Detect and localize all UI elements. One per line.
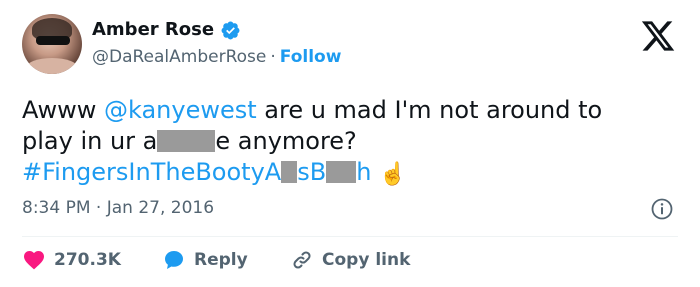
reply-bubble-icon xyxy=(165,251,183,269)
tweet-timestamp[interactable]: 8:34 PM · Jan 27, 2016 xyxy=(22,198,214,218)
x-logo-icon[interactable] xyxy=(638,18,678,54)
redaction-block xyxy=(326,161,357,183)
like-count: 270.3K xyxy=(54,250,121,270)
reply-label: Reply xyxy=(194,250,248,270)
divider xyxy=(22,236,678,237)
redaction-block xyxy=(281,161,298,183)
tweet-text: Awww @kanyewest are u mad I'm not around… xyxy=(22,95,672,190)
heart-icon xyxy=(24,251,44,270)
handle-row: @DaRealAmberRose · Follow xyxy=(92,47,341,67)
handle-separator: · xyxy=(270,47,276,67)
tweet-card: Amber Rose @DaRealAmberRose · Follow Awww … xyxy=(0,0,700,287)
tweet-date: Jan 27, 2016 xyxy=(106,198,215,218)
like-button[interactable]: 270.3K xyxy=(22,248,121,272)
link-icon xyxy=(293,251,311,269)
verified-badge-icon xyxy=(221,21,240,40)
tweet-time: 8:34 PM xyxy=(22,198,91,218)
pointing-up-emoji: ☝️ xyxy=(379,162,407,187)
reply-button[interactable]: Reply xyxy=(162,248,248,272)
tweet-text-part: Awww xyxy=(22,96,104,124)
tweet-text-part: are u mad I'm not around to xyxy=(256,96,603,124)
author-name[interactable]: Amber Rose xyxy=(92,19,214,40)
mention-link[interactable]: @kanyewest xyxy=(104,96,257,124)
copy-link-button[interactable]: Copy link xyxy=(290,248,410,272)
follow-link[interactable]: Follow xyxy=(280,47,342,67)
author-handle[interactable]: @DaRealAmberRose xyxy=(92,47,266,67)
avatar[interactable] xyxy=(22,14,82,74)
tweet-text-part: e anymore? xyxy=(215,127,357,155)
info-icon[interactable] xyxy=(650,197,674,221)
meta-separator: · xyxy=(90,198,107,218)
tweet-text-part: play in ur a xyxy=(22,127,158,155)
copy-link-label: Copy link xyxy=(322,250,411,270)
redaction-block xyxy=(157,130,216,152)
hashtag-link[interactable]: #FingersInTheBootyA sB h xyxy=(22,158,371,186)
